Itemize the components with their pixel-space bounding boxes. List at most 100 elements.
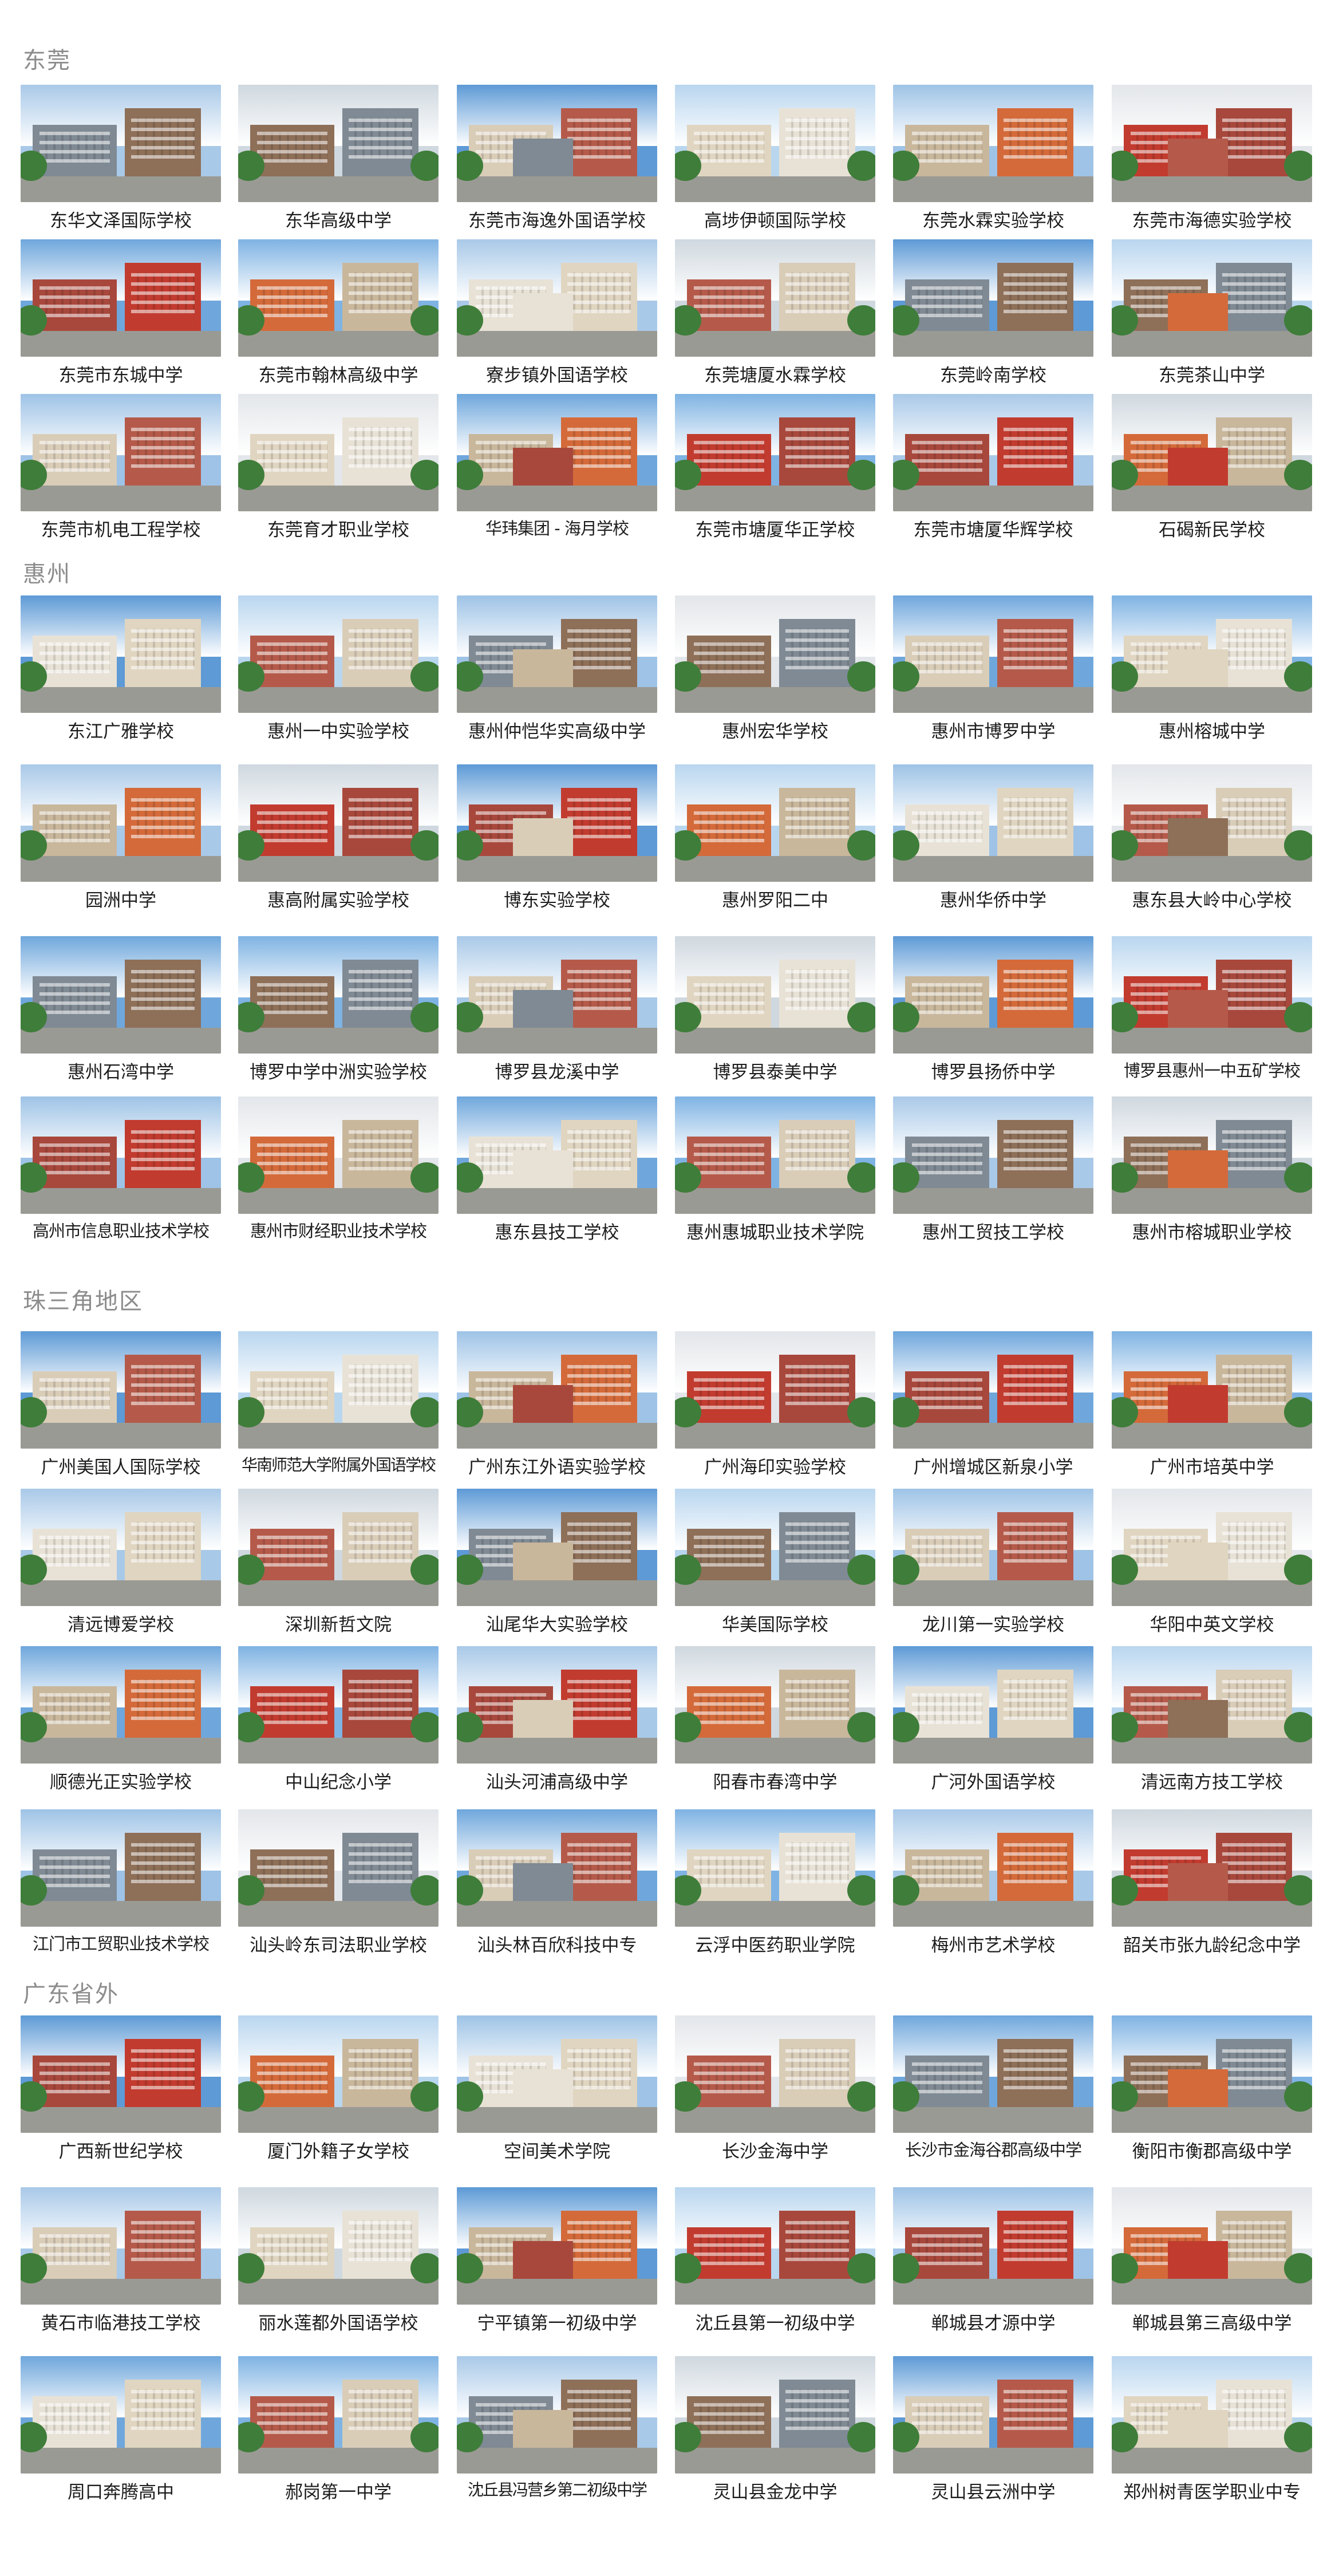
school-photo[interactable] <box>893 936 1093 1054</box>
school-photo[interactable] <box>21 936 221 1054</box>
school-photo[interactable] <box>238 239 439 357</box>
school-card[interactable]: 厦门外籍子女学校 <box>238 2015 439 2162</box>
school-card[interactable]: 东莞市海逸外国语学校 <box>457 85 657 231</box>
school-card[interactable]: 广州美国人国际学校 <box>21 1331 221 1478</box>
school-photo[interactable] <box>1112 85 1312 202</box>
school-photo[interactable] <box>1112 936 1312 1054</box>
school-photo[interactable] <box>457 239 657 357</box>
school-card[interactable]: 清远南方技工学校 <box>1112 1646 1312 1793</box>
school-photo[interactable] <box>457 2187 657 2305</box>
school-photo[interactable] <box>21 2356 221 2474</box>
school-photo[interactable] <box>675 394 875 511</box>
school-card[interactable]: 华玮集团 - 海月学校 <box>457 394 657 538</box>
school-card[interactable]: 惠高附属实验学校 <box>238 764 439 911</box>
school-card[interactable]: 寮步镇外国语学校 <box>457 239 657 386</box>
school-card[interactable]: 广州增城区新泉小学 <box>893 1331 1093 1478</box>
school-card[interactable]: 广河外国语学校 <box>893 1646 1093 1793</box>
school-photo[interactable] <box>675 2015 875 2133</box>
school-photo[interactable] <box>675 1489 875 1606</box>
school-photo[interactable] <box>21 2187 221 2305</box>
school-photo[interactable] <box>238 2187 439 2305</box>
school-card[interactable]: 云浮中医药职业学院 <box>675 1809 875 1956</box>
school-photo[interactable] <box>238 936 439 1054</box>
school-photo[interactable] <box>893 239 1093 357</box>
school-card[interactable]: 惠州石湾中学 <box>21 936 221 1083</box>
school-photo[interactable] <box>21 1646 221 1764</box>
school-card[interactable]: 高州市信息职业技术学校 <box>21 1096 221 1241</box>
school-card[interactable]: 汕头河浦高级中学 <box>457 1646 657 1793</box>
school-photo[interactable] <box>675 2187 875 2305</box>
school-card[interactable]: 东莞市东城中学 <box>21 239 221 386</box>
school-photo[interactable] <box>675 85 875 202</box>
school-card[interactable]: 广州市培英中学 <box>1112 1331 1312 1478</box>
school-photo[interactable] <box>893 1331 1093 1449</box>
school-card[interactable]: 东莞市塘厦华辉学校 <box>893 394 1093 541</box>
school-card[interactable]: 顺德光正实验学校 <box>21 1646 221 1793</box>
school-card[interactable]: 郸城县才源中学 <box>893 2187 1093 2334</box>
school-photo[interactable] <box>1112 1646 1312 1764</box>
school-card[interactable]: 惠州仲恺华实高级中学 <box>457 595 657 742</box>
school-photo[interactable] <box>893 2015 1093 2133</box>
school-card[interactable]: 惠东县大岭中心学校 <box>1112 764 1312 911</box>
school-photo[interactable] <box>1112 1809 1312 1927</box>
school-photo[interactable] <box>457 2015 657 2133</box>
school-photo[interactable] <box>893 1489 1093 1606</box>
school-photo[interactable] <box>1112 764 1312 882</box>
school-card[interactable]: 东莞市机电工程学校 <box>21 394 221 541</box>
school-photo[interactable] <box>21 394 221 511</box>
school-card[interactable]: 东莞市海德实验学校 <box>1112 85 1312 231</box>
school-photo[interactable] <box>457 2356 657 2474</box>
school-card[interactable]: 惠州惠城职业技术学院 <box>675 1096 875 1243</box>
school-photo[interactable] <box>238 2356 439 2474</box>
school-card[interactable]: 惠州工贸技工学校 <box>893 1096 1093 1243</box>
school-card[interactable]: 石碣新民学校 <box>1112 394 1312 541</box>
school-photo[interactable] <box>457 1096 657 1214</box>
school-photo[interactable] <box>457 1489 657 1606</box>
school-photo[interactable] <box>1112 1331 1312 1449</box>
school-card[interactable]: 郝岗第一中学 <box>238 2356 439 2503</box>
school-card[interactable]: 东莞茶山中学 <box>1112 239 1312 386</box>
school-photo[interactable] <box>675 595 875 713</box>
school-photo[interactable] <box>675 1809 875 1927</box>
school-photo[interactable] <box>893 1096 1093 1214</box>
school-photo[interactable] <box>238 595 439 713</box>
school-photo[interactable] <box>238 1809 439 1927</box>
school-card[interactable]: 惠州市博罗中学 <box>893 595 1093 742</box>
school-card[interactable]: 丽水莲都外国语学校 <box>238 2187 439 2334</box>
school-card[interactable]: 周口奔腾高中 <box>21 2356 221 2503</box>
school-card[interactable]: 江门市工贸职业技术学校 <box>21 1809 221 1954</box>
school-photo[interactable] <box>21 1489 221 1606</box>
school-card[interactable]: 沈丘县第一初级中学 <box>675 2187 875 2334</box>
school-photo[interactable] <box>1112 239 1312 357</box>
school-card[interactable]: 博东实验学校 <box>457 764 657 911</box>
school-photo[interactable] <box>1112 1489 1312 1606</box>
school-card[interactable]: 宁平镇第一初级中学 <box>457 2187 657 2334</box>
school-card[interactable]: 中山纪念小学 <box>238 1646 439 1793</box>
school-card[interactable]: 东莞塘厦水霖学校 <box>675 239 875 386</box>
school-photo[interactable] <box>675 2356 875 2474</box>
school-card[interactable]: 华美国际学校 <box>675 1489 875 1635</box>
school-card[interactable]: 衡阳市衡郡高级中学 <box>1112 2015 1312 2162</box>
school-photo[interactable] <box>238 764 439 882</box>
school-card[interactable]: 广西新世纪学校 <box>21 2015 221 2162</box>
school-card[interactable]: 汕头岭东司法职业学校 <box>238 1809 439 1956</box>
school-photo[interactable] <box>238 85 439 202</box>
school-card[interactable]: 东莞育才职业学校 <box>238 394 439 541</box>
school-photo[interactable] <box>675 1331 875 1449</box>
school-card[interactable]: 东江广雅学校 <box>21 595 221 742</box>
school-card[interactable]: 华阳中英文学校 <box>1112 1489 1312 1635</box>
school-photo[interactable] <box>675 239 875 357</box>
school-card[interactable]: 惠州榕城中学 <box>1112 595 1312 742</box>
school-card[interactable]: 东华高级中学 <box>238 85 439 231</box>
school-card[interactable]: 阳春市春湾中学 <box>675 1646 875 1793</box>
school-photo[interactable] <box>893 2187 1093 2305</box>
school-photo[interactable] <box>238 1646 439 1764</box>
school-card[interactable]: 博罗县惠州一中五矿学校 <box>1112 936 1312 1080</box>
school-card[interactable]: 东莞市塘厦华正学校 <box>675 394 875 541</box>
school-photo[interactable] <box>893 1809 1093 1927</box>
school-card[interactable]: 东莞岭南学校 <box>893 239 1093 386</box>
school-photo[interactable] <box>675 936 875 1054</box>
school-card[interactable]: 空间美术学院 <box>457 2015 657 2162</box>
school-photo[interactable] <box>238 1331 439 1449</box>
school-card[interactable]: 华南师范大学附属外国语学校 <box>238 1331 439 1474</box>
